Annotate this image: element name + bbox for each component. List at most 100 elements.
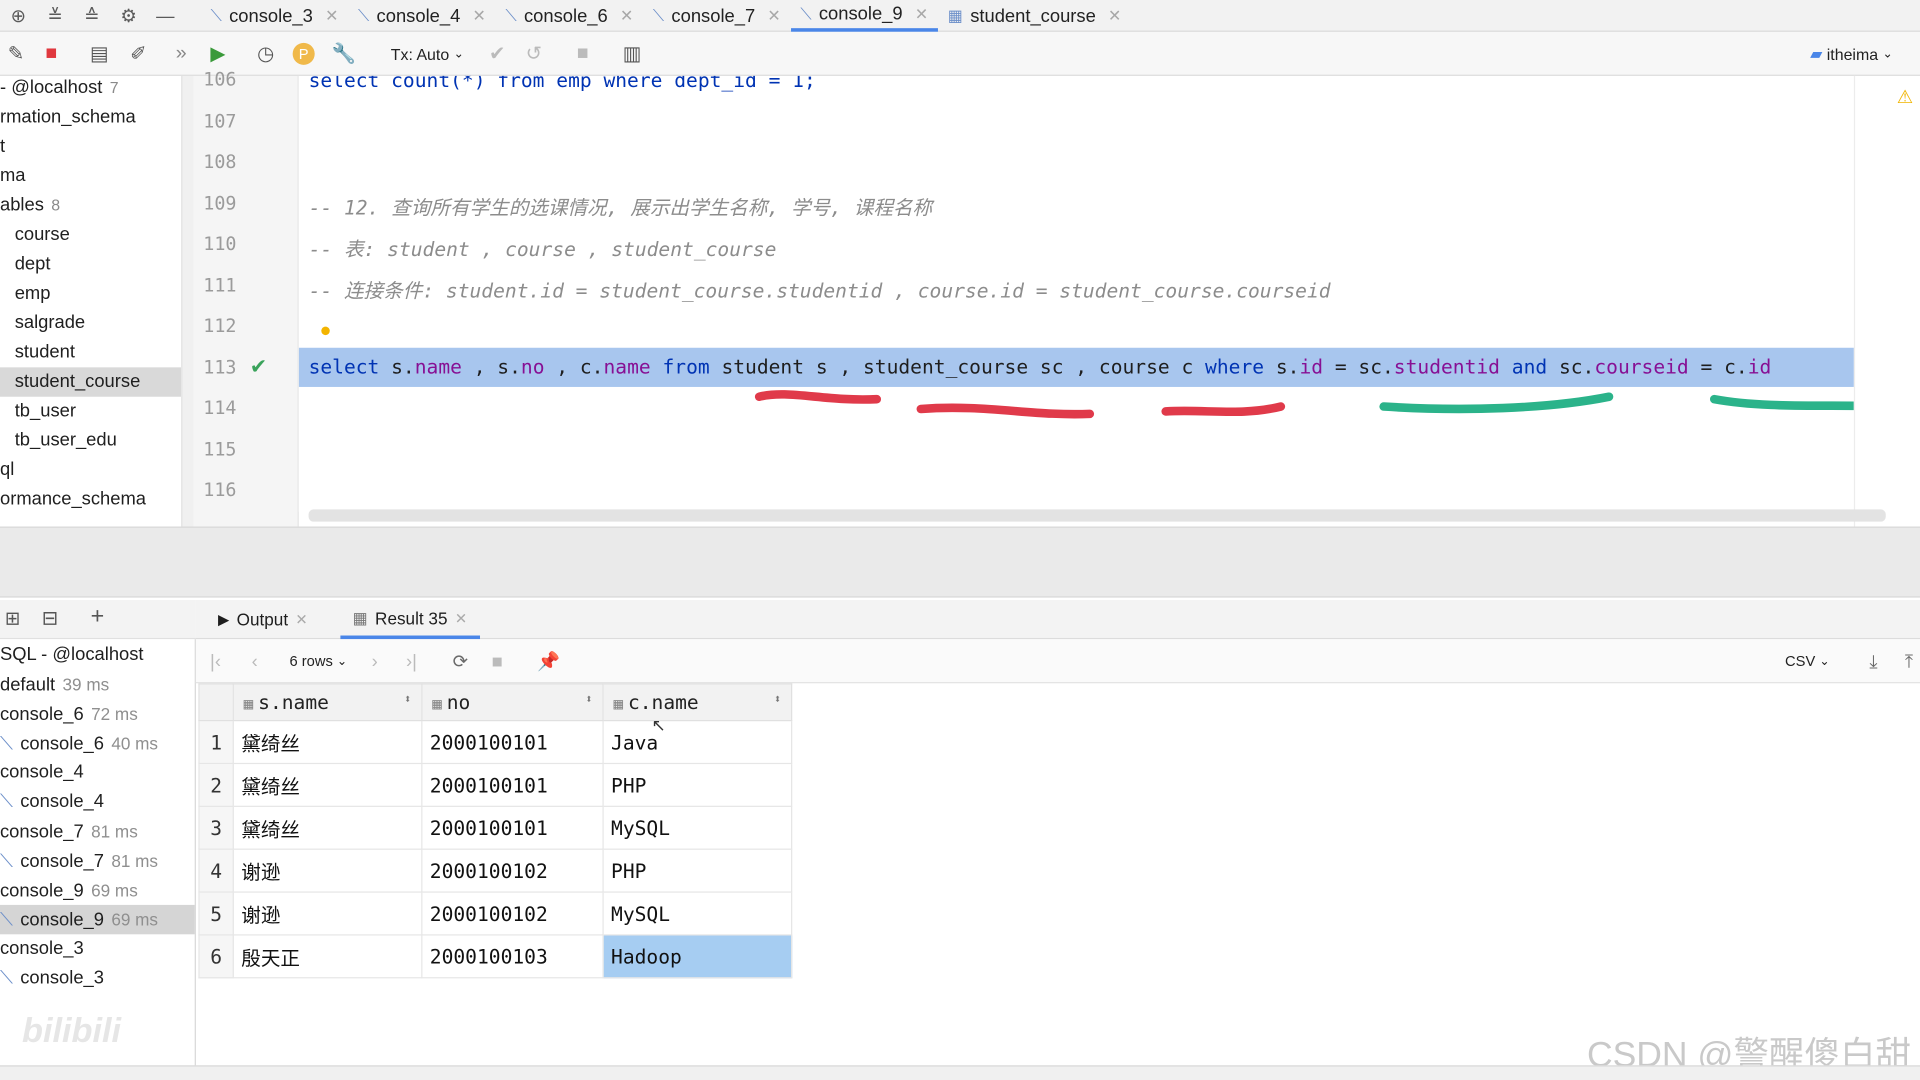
first-page-icon[interactable]: |‹	[206, 647, 226, 676]
editor-horizontal-scrollbar[interactable]	[308, 509, 1886, 522]
tab-result[interactable]: ▦ Result 35 ✕	[340, 600, 480, 640]
tree-item[interactable]: student	[0, 338, 75, 367]
close-icon[interactable]: ✕	[473, 6, 486, 26]
tx-mode-dropdown[interactable]: Tx: Auto ⌄	[384, 39, 470, 68]
format-icon[interactable]: ✎	[2, 39, 29, 68]
tree-item[interactable]: tb_user_edu	[0, 426, 117, 455]
wrench-icon[interactable]: 🔧	[331, 39, 358, 68]
sort-icon[interactable]: ⬍	[774, 693, 781, 706]
tab-console-7[interactable]: ⟍ console_7 ✕	[643, 0, 790, 32]
tree-item[interactable]: tb_user	[0, 397, 76, 426]
close-icon[interactable]: ✕	[915, 4, 928, 24]
table-cell[interactable]: 谢逊	[232, 891, 423, 936]
table-row[interactable]: 6 殷天正 2000100103 Hadoop	[198, 934, 793, 979]
table-cell[interactable]: 黛绮丝	[232, 720, 423, 765]
table-cell[interactable]: PHP	[602, 762, 793, 807]
table-row[interactable]: 2 黛绮丝 2000100101 PHP	[198, 762, 793, 807]
service-item[interactable]: console_3	[0, 934, 84, 963]
stop-icon[interactable]: ■	[39, 39, 63, 68]
last-page-icon[interactable]: ›|	[402, 647, 422, 676]
close-icon[interactable]: ✕	[325, 6, 338, 26]
more-icon[interactable]: »	[171, 39, 191, 68]
add-icon[interactable]: +	[91, 604, 105, 631]
tree-item[interactable]: dept	[0, 250, 51, 279]
rows-dropdown[interactable]: 6 rows ⌄	[282, 647, 355, 676]
table-cell[interactable]: Hadoop	[602, 934, 793, 979]
close-icon[interactable]: ✕	[1108, 6, 1121, 26]
cancel-icon[interactable]: ■	[571, 39, 595, 68]
layout-icon[interactable]: ⊟	[42, 606, 58, 630]
close-icon[interactable]: ✕	[767, 6, 780, 26]
table-row[interactable]: 5 谢逊 2000100102 MySQL	[198, 891, 793, 936]
table-cell[interactable]: 黛绮丝	[232, 805, 423, 850]
sql-editor[interactable]: select count(*) from emp where dept_id =…	[298, 75, 1854, 512]
table-cell[interactable]: PHP	[602, 848, 793, 893]
tab-console-3[interactable]: ⟍ console_3 ✕	[201, 0, 348, 32]
group-icon[interactable]: ⊞	[5, 607, 20, 630]
download-icon[interactable]: ⤓	[1861, 647, 1885, 676]
lightbulb-icon[interactable]: ●	[320, 321, 332, 343]
pin-icon[interactable]: 📌	[536, 647, 560, 676]
service-item[interactable]: console_9 69 ms	[0, 876, 138, 905]
warning-icon[interactable]: ⚠	[1897, 86, 1913, 108]
tab-console-4[interactable]: ⟍ console_4 ✕	[348, 0, 495, 32]
gear-icon[interactable]: ⚙	[110, 0, 147, 32]
table-cell[interactable]: MySQL	[602, 805, 793, 850]
crosshair-icon[interactable]: ⊕	[0, 0, 37, 32]
service-item[interactable]: default 39 ms	[0, 670, 109, 699]
tree-item[interactable]: ql	[0, 456, 14, 485]
commit-icon[interactable]: ✔	[485, 39, 509, 68]
tree-item[interactable]: course	[0, 220, 70, 249]
tree-scrollbar[interactable]	[181, 75, 194, 527]
table-cell[interactable]: MySQL	[602, 891, 793, 936]
sort-icon[interactable]: ⬍	[404, 693, 411, 706]
rollback-icon[interactable]: ↺	[522, 39, 546, 68]
column-header[interactable]: ▦ no ⬍	[421, 683, 604, 722]
table-row[interactable]: 4 谢逊 2000100102 PHP	[198, 848, 793, 893]
edit-icon[interactable]: ✐	[125, 39, 152, 68]
table-cell[interactable]: 2000100101	[421, 720, 604, 765]
tab-output[interactable]: ▶ Output ✕	[206, 600, 320, 639]
table-row[interactable]: 3 黛绮丝 2000100101 MySQL	[198, 805, 793, 850]
tree-item[interactable]: - @localhost 7	[0, 76, 119, 103]
table-row[interactable]: 1 黛绮丝 2000100101 Java	[198, 720, 793, 765]
service-item[interactable]: console_6 72 ms	[0, 699, 138, 728]
sort-icon[interactable]: ⬍	[585, 693, 592, 706]
execute-icon[interactable]: ▶	[206, 39, 230, 68]
services-icon[interactable]: ▥	[620, 39, 644, 68]
profiler-icon[interactable]: P	[292, 42, 315, 65]
tree-item[interactable]: ma	[0, 162, 26, 191]
expand-all-icon[interactable]: ≚	[37, 0, 74, 32]
service-item[interactable]: ⟍ console_9 69 ms	[0, 904, 195, 935]
table-cell[interactable]: 2000100102	[421, 891, 604, 936]
collapse-all-icon[interactable]: ≙	[73, 0, 110, 32]
tab-console-6[interactable]: ⟍ console_6 ✕	[496, 0, 643, 32]
tree-item[interactable]: salgrade	[0, 309, 85, 338]
table-view-icon[interactable]: ▤	[86, 39, 113, 68]
tree-item[interactable]: ormance_schema	[0, 485, 146, 514]
panel-splitter[interactable]	[0, 526, 1920, 598]
stop-icon[interactable]: ■	[487, 647, 507, 676]
table-cell[interactable]: 黛绮丝	[232, 762, 423, 807]
close-icon[interactable]: ✕	[455, 609, 467, 626]
table-cell[interactable]: Java	[602, 720, 793, 765]
table-cell[interactable]: 2000100101	[421, 762, 604, 807]
table-cell[interactable]: 2000100101	[421, 805, 604, 850]
refresh-icon[interactable]: ⟳	[448, 647, 472, 676]
table-cell[interactable]: 殷天正	[232, 934, 423, 979]
table-cell[interactable]: 谢逊	[232, 848, 423, 893]
tree-item[interactable]: emp	[0, 279, 51, 308]
history-icon[interactable]: ◷	[252, 39, 279, 68]
table-cell[interactable]: 2000100103	[421, 934, 604, 979]
column-header[interactable]: ▦ s.name ⬍	[232, 683, 423, 722]
service-item[interactable]: ⟍ console_3	[0, 964, 104, 993]
service-item[interactable]: ⟍ console_7 81 ms	[0, 846, 158, 875]
tree-item[interactable]: t	[0, 132, 5, 161]
export-format-dropdown[interactable]: CSV ⌄	[1780, 647, 1834, 676]
profile-selector[interactable]: ▰ itheima ⌄	[1800, 39, 1903, 68]
prev-page-icon[interactable]: ‹	[245, 647, 265, 676]
column-header[interactable]: ▦ c.name ⬍	[602, 683, 793, 722]
tree-item[interactable]: student_course	[0, 367, 182, 397]
tree-item[interactable]: rmation_schema	[0, 103, 136, 132]
service-item[interactable]: SQL - @localhost	[0, 640, 144, 669]
